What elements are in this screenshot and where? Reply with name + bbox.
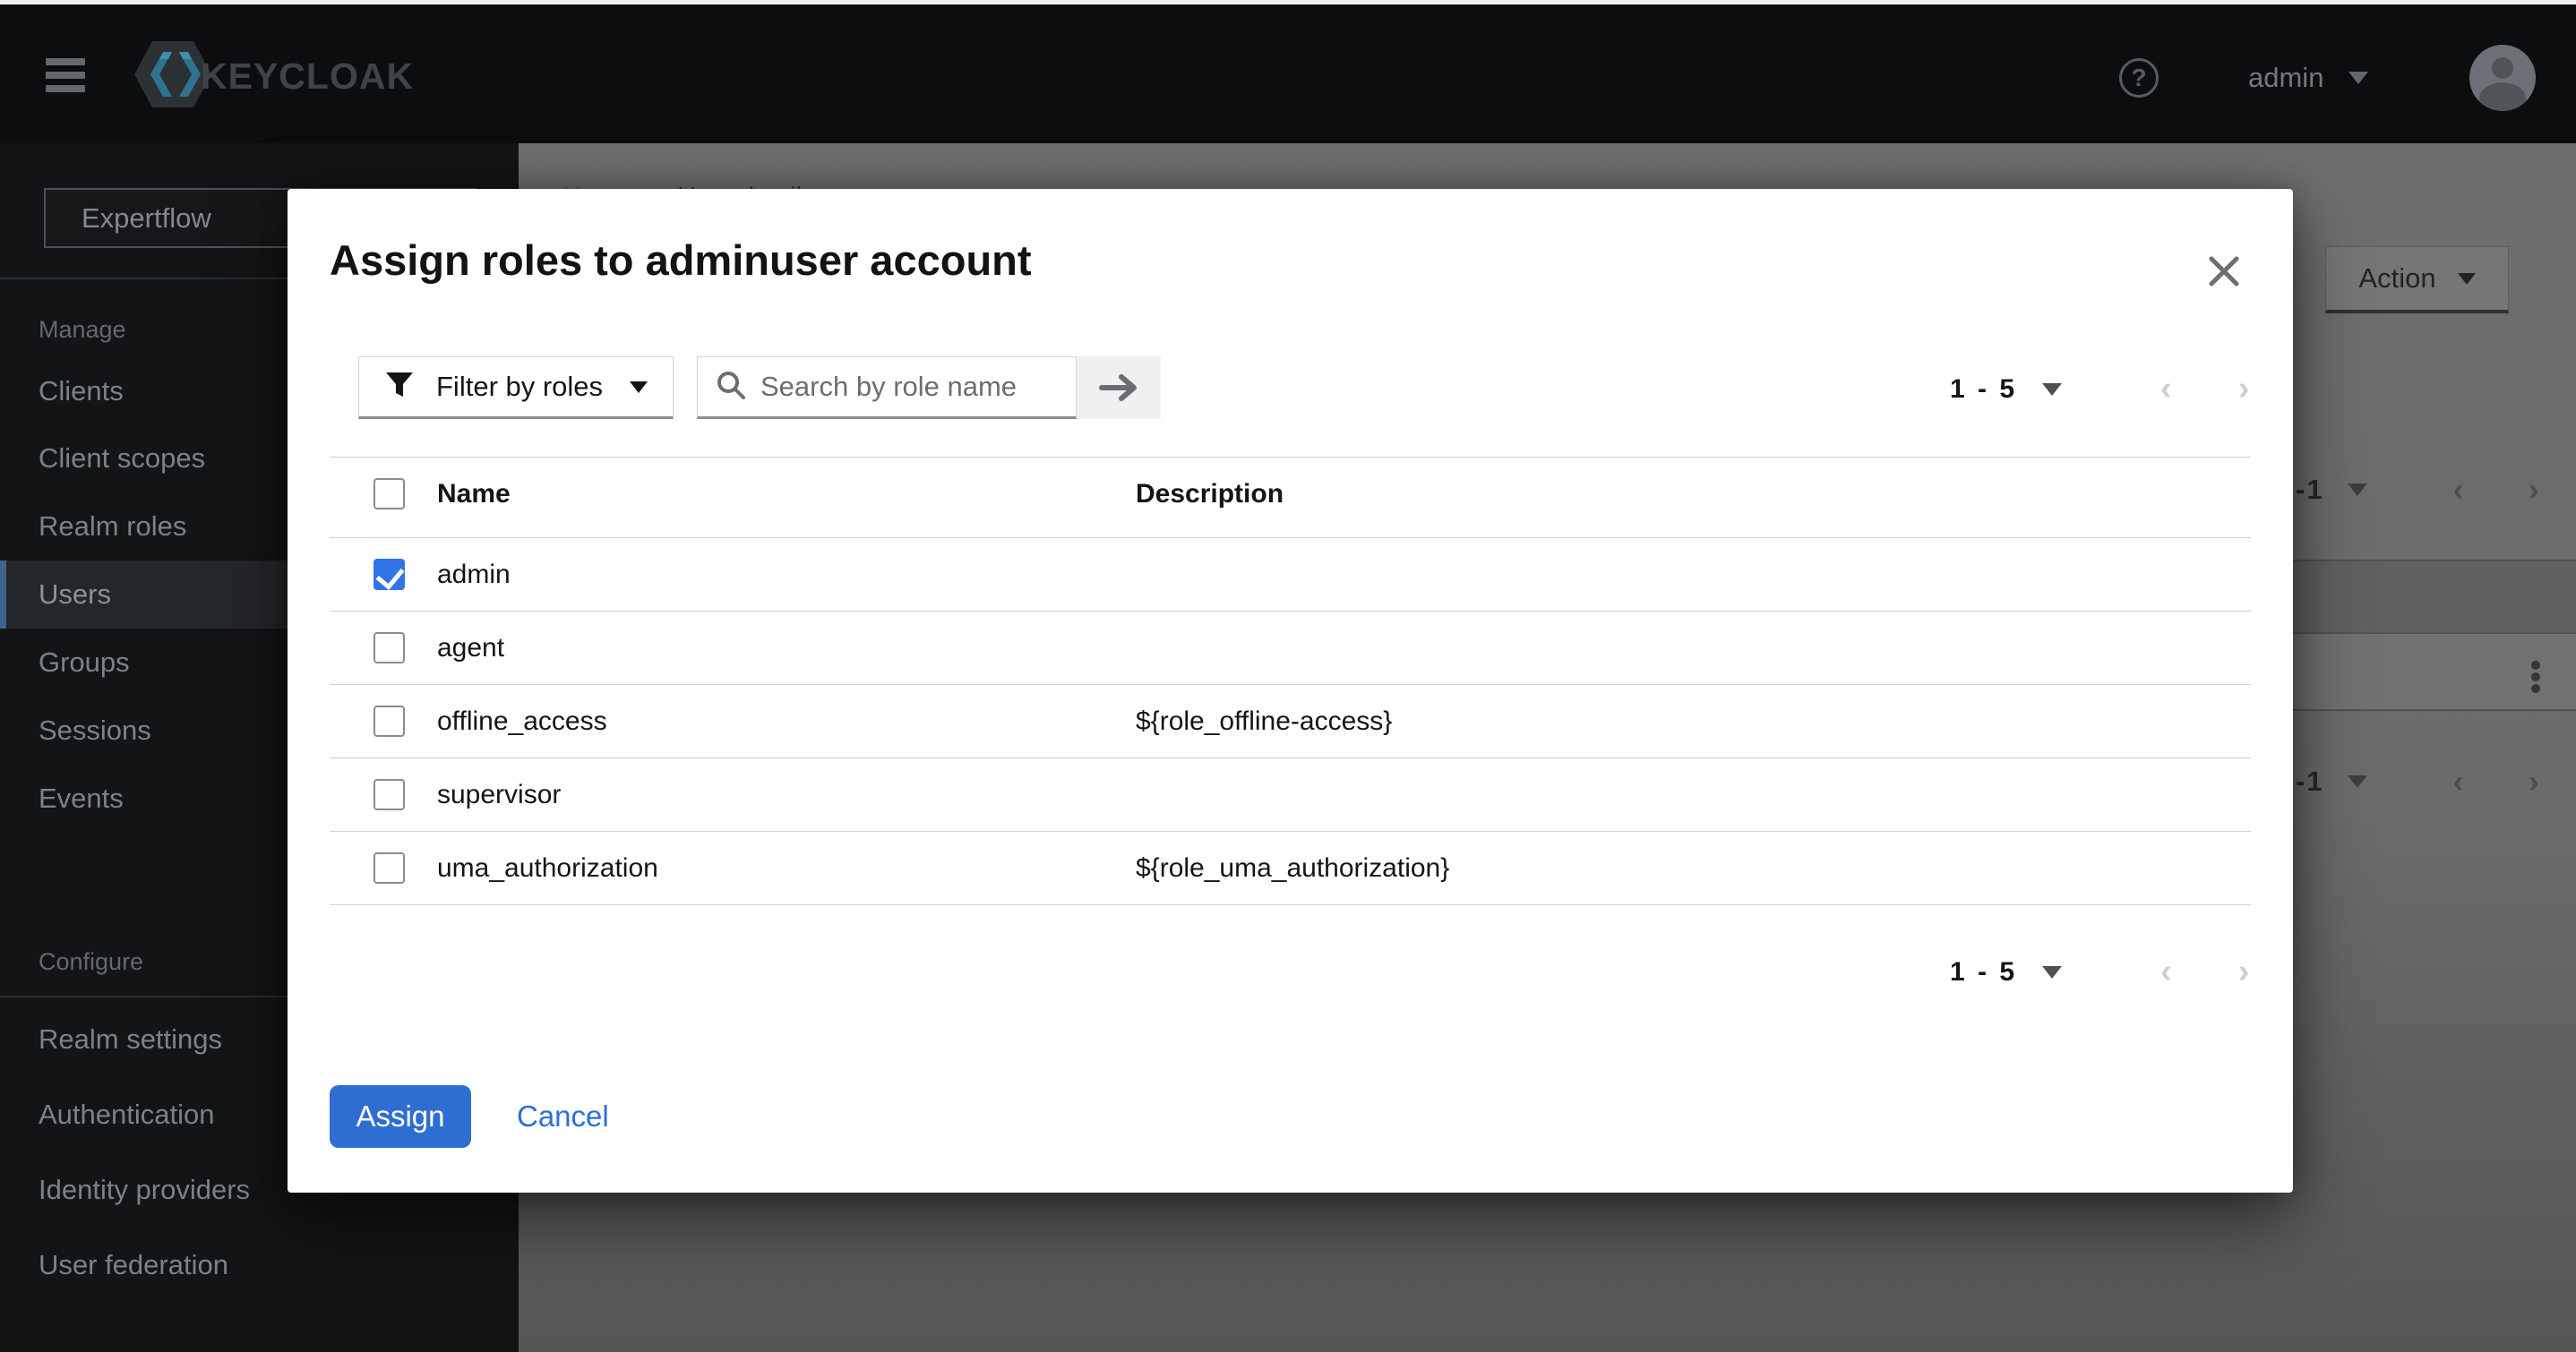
sidebar-section-manage: Manage xyxy=(39,316,126,344)
next-page-icon[interactable]: › xyxy=(2238,370,2250,408)
table-row: offline_access ${role_offline-access} xyxy=(330,685,2251,757)
chevron-down-icon xyxy=(2348,72,2368,84)
role-name: offline_access xyxy=(437,706,1136,737)
chevron-down-icon xyxy=(2348,775,2367,788)
next-page-icon[interactable]: › xyxy=(2529,471,2539,509)
column-header-name: Name xyxy=(437,479,1136,509)
table-header-row: Name Description xyxy=(330,458,2251,530)
sidebar-section-configure: Configure xyxy=(39,948,143,976)
help-icon[interactable]: ? xyxy=(2119,58,2159,98)
arrow-right-icon xyxy=(1098,372,1139,404)
assign-roles-modal: Assign roles to adminuser account Filter… xyxy=(288,189,2293,1193)
prev-page-icon[interactable]: ‹ xyxy=(2453,763,2464,800)
row-checkbox[interactable] xyxy=(374,632,405,663)
chevron-down-icon xyxy=(2042,966,2062,979)
filter-by-roles-dropdown[interactable]: Filter by roles xyxy=(358,356,674,419)
table-row: supervisor xyxy=(330,758,2251,831)
search-box xyxy=(697,356,1077,419)
avatar-body xyxy=(2479,82,2526,111)
hamburger-menu-icon[interactable] xyxy=(46,58,85,98)
row-checkbox[interactable] xyxy=(374,779,405,810)
search-input[interactable] xyxy=(760,371,1056,403)
background-pagination-top: -1 ‹ › xyxy=(2296,472,2564,508)
next-page-icon[interactable]: › xyxy=(2529,763,2539,800)
divider xyxy=(2290,560,2576,561)
divider xyxy=(330,904,2251,905)
table-row-fragment xyxy=(2290,561,2576,632)
cancel-button[interactable]: Cancel xyxy=(517,1085,609,1148)
role-name: supervisor xyxy=(437,780,1136,810)
prev-page-icon[interactable]: ‹ xyxy=(2453,471,2464,509)
divider xyxy=(2290,709,2576,711)
row-checkbox[interactable] xyxy=(374,852,405,884)
select-all-checkbox[interactable] xyxy=(374,478,405,509)
chevron-down-icon xyxy=(2348,483,2367,496)
avatar-head xyxy=(2492,57,2513,79)
pagination-range[interactable]: -1 xyxy=(2296,474,2324,506)
role-description: ${role_uma_authorization} xyxy=(1136,853,1449,884)
prev-page-icon[interactable]: ‹ xyxy=(2160,370,2172,408)
pagination-range[interactable]: 1 - 5 xyxy=(1950,374,2017,405)
pagination-range[interactable]: 1 - 5 xyxy=(1950,957,2017,988)
chevron-down-icon xyxy=(2458,273,2476,285)
close-icon[interactable] xyxy=(2204,252,2244,291)
action-label: Action xyxy=(2358,262,2435,295)
search-group xyxy=(697,356,1161,419)
row-checkbox[interactable] xyxy=(374,559,405,590)
filter-label: Filter by roles xyxy=(436,371,608,403)
pagination-range[interactable]: -1 xyxy=(2296,766,2324,798)
background-pagination-bottom: -1 ‹ › xyxy=(2296,764,2564,800)
keycloak-logo: KEYCLOAK xyxy=(133,44,414,108)
search-icon xyxy=(716,370,746,405)
role-name: agent xyxy=(437,633,1136,663)
role-name: admin xyxy=(437,560,1136,590)
table-row: uma_authorization ${role_uma_authorizati… xyxy=(330,832,2251,904)
prev-page-icon[interactable]: ‹ xyxy=(2160,953,2172,991)
next-page-icon[interactable]: › xyxy=(2238,953,2250,991)
avatar[interactable] xyxy=(2469,45,2536,111)
masthead: KEYCLOAK ? admin xyxy=(0,4,2576,143)
row-checkbox[interactable] xyxy=(374,706,405,737)
modal-pagination-bottom: 1 - 5 ‹ › xyxy=(1950,953,2249,991)
table-row: agent xyxy=(330,612,2251,684)
chevron-down-icon xyxy=(630,381,648,393)
table-row: admin xyxy=(330,538,2251,611)
username: admin xyxy=(2248,62,2323,94)
sidebar-item-user-federation[interactable]: User federation xyxy=(0,1231,519,1299)
chevron-down-icon xyxy=(2042,383,2062,396)
modal-pagination-top: 1 - 5 ‹ › xyxy=(1950,370,2249,408)
role-name: uma_authorization xyxy=(437,853,1136,884)
modal-title: Assign roles to adminuser account xyxy=(330,235,1032,285)
user-menu[interactable]: admin xyxy=(2248,58,2368,98)
filter-icon xyxy=(384,370,415,405)
column-header-description: Description xyxy=(1136,479,1284,509)
divider xyxy=(2290,632,2576,634)
kebab-menu-icon[interactable] xyxy=(2531,661,2540,696)
role-description: ${role_offline-access} xyxy=(1136,706,1392,737)
assign-button[interactable]: Assign xyxy=(330,1085,471,1148)
search-submit-arrow-button[interactable] xyxy=(1077,356,1161,419)
brand-text: KEYCLOAK xyxy=(201,56,414,98)
action-dropdown-button[interactable]: Action xyxy=(2325,246,2509,313)
